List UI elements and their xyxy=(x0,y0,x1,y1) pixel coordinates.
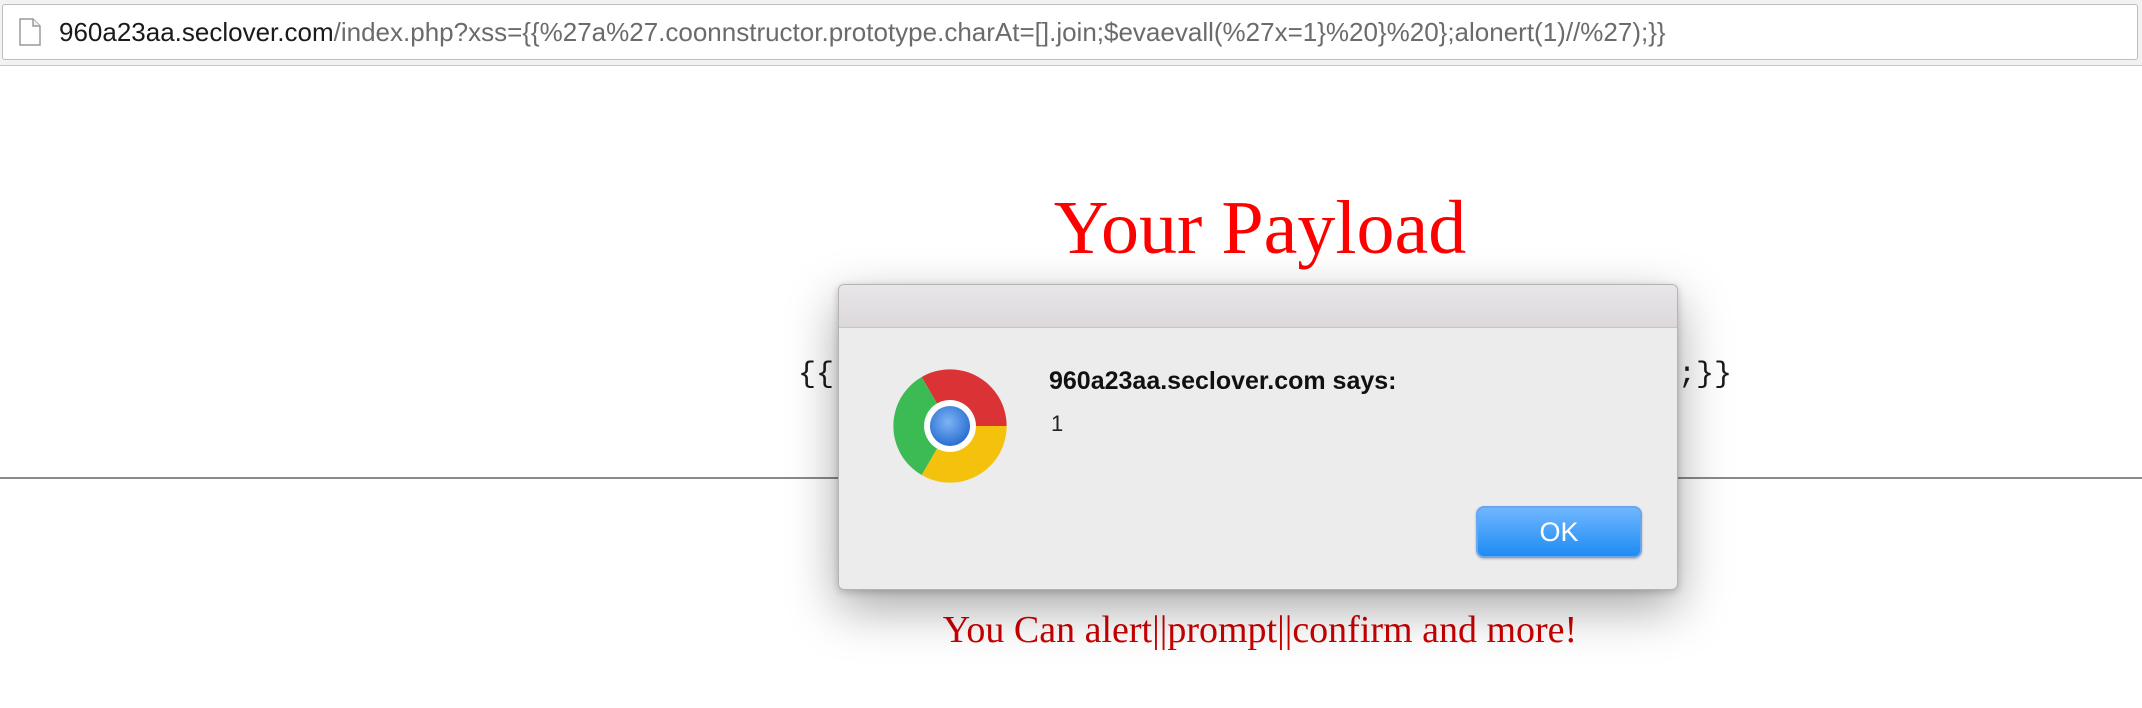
dialog-titlebar xyxy=(839,285,1677,328)
dialog-title: 960a23aa.seclover.com says: xyxy=(1049,367,1397,395)
chrome-logo-icon xyxy=(893,369,1007,483)
url-field[interactable]: 960a23aa.seclover.com/index.php?xss={{%2… xyxy=(2,4,2138,60)
footer-note: You Can alert||prompt||confirm and more! xyxy=(942,609,1578,651)
ok-button[interactable]: OK xyxy=(1476,506,1642,558)
alert-dialog: 960a23aa.seclover.com says: 1 OK xyxy=(838,284,1678,590)
payload-text-end: ;}} xyxy=(1678,358,1733,392)
address-bar: 960a23aa.seclover.com/index.php?xss={{%2… xyxy=(0,0,2142,66)
browser-window: 960a23aa.seclover.com/index.php?xss={{%2… xyxy=(0,0,2142,708)
url-host: 960a23aa.seclover.com xyxy=(59,16,334,47)
url-path: /index.php?xss={{%27a%27.coonnstructor.p… xyxy=(333,16,1666,47)
page-title: Your Payload xyxy=(1053,186,1467,270)
dialog-message: 1 xyxy=(1051,411,1064,436)
page-icon xyxy=(19,18,41,46)
